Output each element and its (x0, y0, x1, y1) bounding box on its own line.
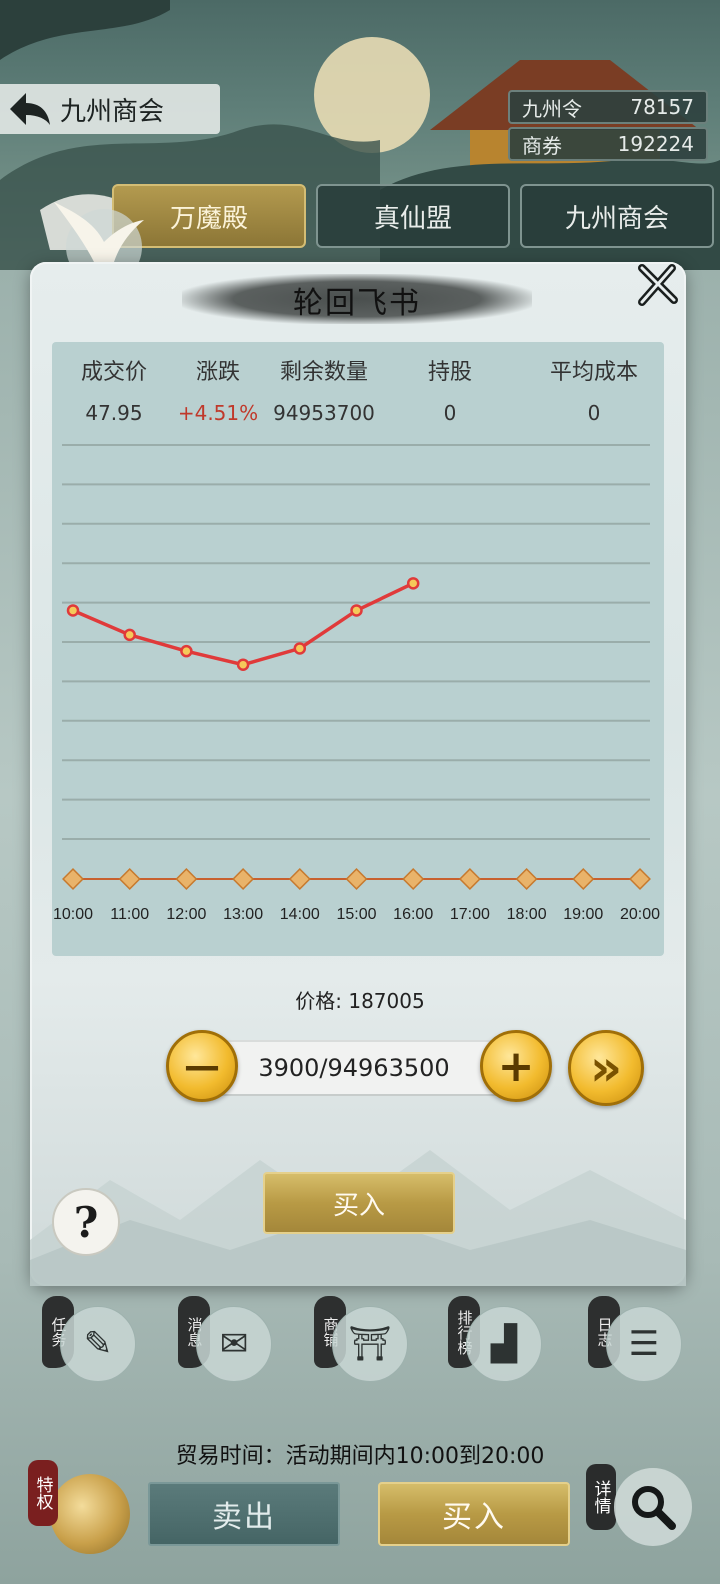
minus-button[interactable]: — (166, 1030, 238, 1102)
data-point (293, 642, 307, 655)
stat-value-change: +4.51% (177, 401, 259, 425)
double-chevron-right-icon: » (589, 1039, 623, 1097)
resource-value: 192224 (617, 132, 694, 156)
baseline-marker (62, 868, 84, 890)
baseline-marker (232, 868, 255, 890)
detail-button[interactable]: 详情 (586, 1460, 696, 1560)
stat-header-change: 涨跌 (195, 360, 240, 385)
baseline-marker (458, 868, 481, 890)
x-tick-label: 19:00 (563, 906, 603, 923)
x-tick-label: 20:00 (620, 906, 660, 923)
sell-label: 卖出 (212, 1500, 276, 1535)
stat-header-avg-cost: 平均成本 (549, 360, 638, 385)
resource-value: 78157 (630, 95, 694, 119)
baseline-marker (175, 868, 198, 890)
resource-label: 商券 (522, 133, 562, 158)
stat-value-avg-cost: 0 (587, 401, 601, 425)
stat-value-holding: 0 (443, 401, 457, 425)
message-icon: ✉ (196, 1306, 272, 1382)
baseline-marker (572, 868, 595, 890)
buy-label: 买入 (332, 1190, 385, 1221)
privilege-tag: 特权 (28, 1460, 58, 1526)
price-chart: 10:00 11:00 12:00 13:00 14:00 15:00 16:00 17:00… (53, 444, 660, 923)
baseline-marker (118, 868, 141, 890)
nav-log[interactable]: 日志 ☰ (580, 1296, 690, 1388)
resource-label: 九州令 (522, 96, 582, 121)
plus-icon: + (497, 1040, 535, 1092)
quantity-field[interactable]: 3900/94963500 (204, 1040, 504, 1096)
data-point (236, 658, 250, 671)
detail-tag: 详情 (586, 1464, 616, 1530)
tab-jiuzhoushanghui[interactable]: 九州商会 (520, 184, 714, 248)
nav-quest[interactable]: 任务 ✎ (34, 1296, 144, 1388)
modal-buy-button[interactable]: 买入 (263, 1172, 455, 1234)
log-icon: ☰ (606, 1306, 682, 1382)
stat-header-remaining: 剩余数量 (279, 360, 368, 385)
resource-jiuzhouling: 九州令 78157 (508, 90, 708, 124)
x-tick-label: 12:00 (166, 906, 206, 923)
nav-message[interactable]: 消息 ✉ (170, 1296, 280, 1388)
data-point (123, 628, 136, 642)
tab-label: 真仙盟 (373, 203, 452, 234)
stat-value-price: 47.95 (85, 401, 143, 425)
data-point (180, 644, 193, 658)
question-icon: ? (73, 1197, 99, 1247)
resource-shangquan: 商券 192224 (508, 127, 708, 161)
nav-shop[interactable]: 商铺 ⛩ (306, 1296, 416, 1388)
modal-title: 轮回飞书 (293, 286, 421, 321)
back-arrow-icon[interactable] (0, 91, 60, 127)
baseline-marker (288, 868, 311, 890)
header-bar: 九州商会 (0, 84, 220, 134)
close-icon[interactable] (634, 262, 680, 308)
baseline-marker (345, 868, 368, 890)
footer-buy-button[interactable]: 买入 (378, 1482, 570, 1546)
quantity-value: 3900/94963500 (258, 1054, 450, 1082)
quest-icon: ✎ (60, 1306, 136, 1382)
nav-ranking[interactable]: 排行榜 ▟ (440, 1296, 550, 1388)
tab-zhenxianmeng[interactable]: 真仙盟 (316, 184, 510, 248)
magnifier-icon (614, 1468, 692, 1546)
sell-button[interactable]: 卖出 (148, 1482, 340, 1546)
data-point (350, 604, 363, 617)
tab-label: 九州商会 (564, 203, 669, 234)
stat-header-holding: 持股 (427, 360, 472, 385)
baseline-marker (402, 868, 425, 890)
tab-label: 万魔殿 (169, 203, 248, 234)
series-line (72, 581, 414, 667)
price-label: 价格: 187005 (295, 989, 425, 1013)
max-quantity-button[interactable]: » (568, 1030, 644, 1106)
privilege-emblem-icon (50, 1474, 130, 1554)
crane-emblem-icon (44, 192, 154, 285)
data-point (406, 577, 420, 590)
data-point (66, 604, 80, 617)
plus-button[interactable]: + (480, 1030, 552, 1102)
help-button[interactable]: ? (52, 1188, 120, 1256)
x-tick-label: 15:00 (336, 906, 376, 923)
x-tick-label: 18:00 (507, 906, 547, 923)
buy-label: 买入 (442, 1500, 506, 1535)
shop-icon: ⛩ (332, 1306, 408, 1382)
minus-icon: — (184, 1045, 220, 1087)
x-tick-label: 11:00 (110, 906, 149, 923)
x-tick-label: 16:00 (393, 906, 433, 923)
trade-time-text: 贸易时间：活动期间内10:00到20:00 (175, 1444, 545, 1469)
stat-header-price: 成交价 (80, 360, 147, 385)
baseline-marker (515, 868, 538, 890)
baseline-marker (629, 868, 651, 890)
x-tick-label: 10:00 (53, 906, 93, 923)
x-tick-label: 14:00 (280, 906, 320, 923)
ranking-icon: ▟ (466, 1306, 542, 1382)
privilege-button[interactable]: 特权 (28, 1460, 132, 1564)
page-title: 九州商会 (60, 96, 165, 127)
stat-value-remaining: 94953700 (273, 401, 375, 425)
x-tick-label: 17:00 (450, 906, 490, 923)
x-tick-label: 13:00 (223, 906, 263, 923)
